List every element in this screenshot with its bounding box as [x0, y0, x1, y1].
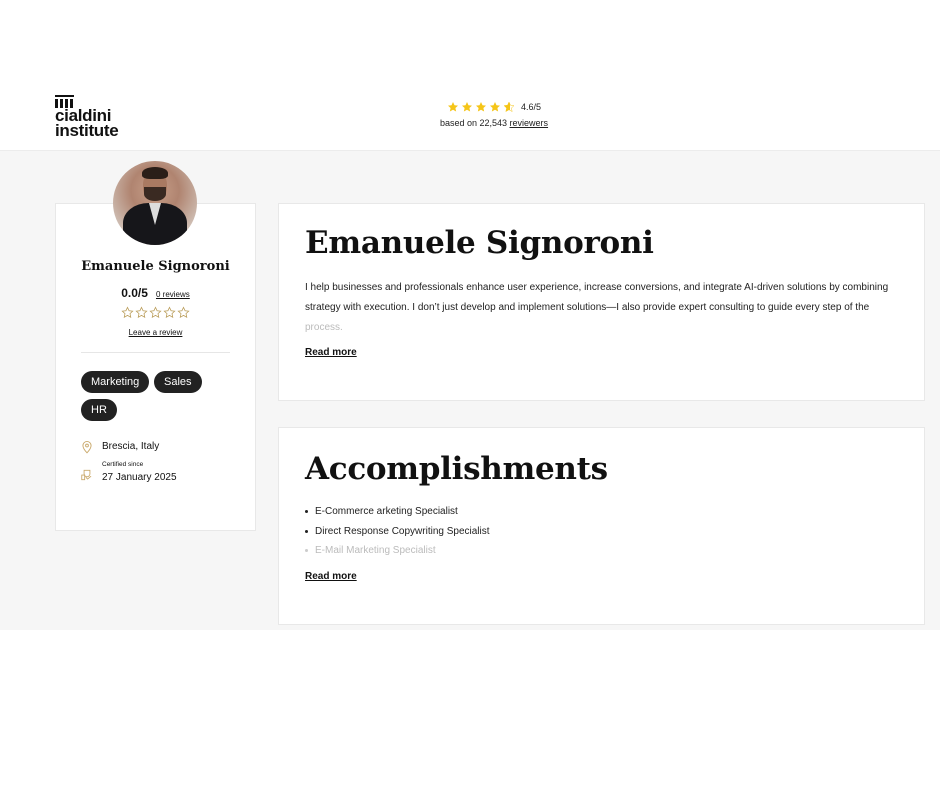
certified-since-label: Certified since [102, 461, 144, 468]
site-rating: 4.6/5 based on 22,543 reviewers [0, 101, 940, 128]
site-rating-based-on: based on 22,543 reviewers [0, 118, 940, 128]
accomplishment-item: Direct Response Copywriting Specialist [305, 522, 490, 542]
about-card: Emanuele Signoroni I help businesses and… [278, 203, 925, 401]
profile-score: 0.0/5 [121, 286, 148, 300]
profile-location: Brescia, Italy [102, 441, 160, 452]
star-full-icon [447, 102, 458, 112]
accomplishments-card: Accomplishments E-Commerce arketing Spec… [278, 427, 925, 625]
star-empty-icon[interactable] [163, 306, 176, 319]
accomplishment-item: E-Commerce arketing Specialist [305, 502, 490, 522]
about-line-2: strategy with execution. I don’t just de… [305, 302, 870, 313]
site-rating-stars: 4.6/5 [0, 101, 940, 113]
star-empty-icon[interactable] [149, 306, 162, 319]
accomplishments-title: Accomplishments [305, 451, 608, 487]
sidebar-divider [81, 352, 230, 353]
star-half-icon [503, 101, 515, 113]
accomplishment-item: E-Mail Marketing Specialist [305, 541, 490, 561]
reviews-link[interactable]: 0 reviews [156, 290, 190, 299]
tag-sales[interactable]: Sales [154, 371, 202, 393]
star-full-icon [489, 102, 500, 112]
site-rating-score: 4.6/5 [520, 102, 542, 112]
star-empty-icon[interactable] [135, 306, 148, 319]
profile-rating-stars[interactable] [55, 306, 256, 319]
about-line-1: I help businesses and professionals enha… [305, 282, 889, 293]
accomplishments-read-more-link[interactable]: Read more [305, 571, 357, 582]
about-title: Emanuele Signoroni [305, 225, 654, 261]
certified-date: 27 January 2025 [102, 472, 177, 483]
star-empty-icon[interactable] [121, 306, 134, 319]
site-header: cialdini institute [0, 0, 940, 151]
profile-name: Emanuele Signoroni [81, 259, 230, 274]
star-full-icon [461, 102, 472, 112]
profile-score-row: 0.0/5 0 reviews [55, 286, 256, 300]
star-empty-icon[interactable] [177, 306, 190, 319]
about-read-more-link[interactable]: Read more [305, 347, 357, 358]
tag-marketing[interactable]: Marketing [81, 371, 150, 393]
star-full-icon [475, 102, 486, 112]
based-on-text: based on 22,543 [439, 118, 508, 128]
accomplishments-list: E-Commerce arketing Specialist Direct Re… [305, 502, 490, 561]
leave-review-link[interactable]: Leave a review [55, 328, 256, 337]
tag-hr[interactable]: HR [81, 399, 117, 421]
avatar [113, 161, 197, 245]
about-description: I help businesses and professionals enha… [305, 278, 905, 338]
location-pin-icon [82, 441, 92, 454]
about-line-3: process. [305, 322, 343, 333]
certificate-icon [81, 469, 92, 481]
reviewers-link[interactable]: reviewers [510, 118, 549, 128]
